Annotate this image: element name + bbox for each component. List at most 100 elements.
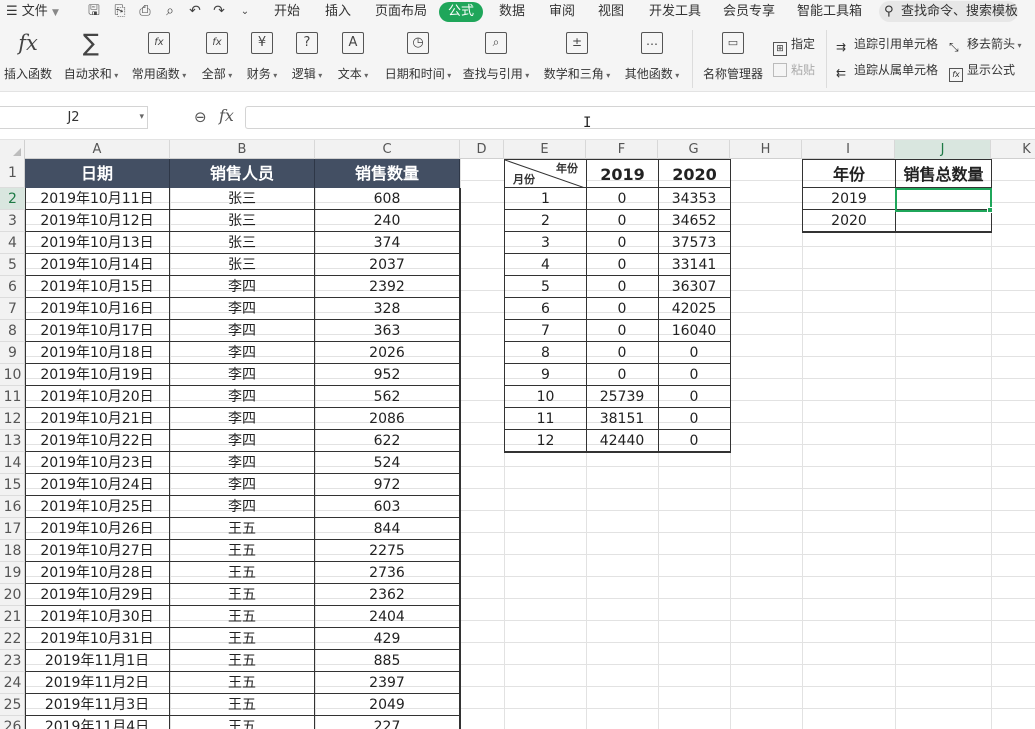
cell-area[interactable]: 日期 销售人员 销售数量 2019年10月11日 张三 608 2019年10月12日… xyxy=(25,159,1035,729)
redo-icon[interactable]: ↷ xyxy=(211,3,227,20)
tab-formulas[interactable]: 公式 xyxy=(439,2,483,22)
sales-date-cell[interactable]: 2019年10月19日 xyxy=(25,364,170,386)
tab-member[interactable]: 会员专享 xyxy=(723,0,775,24)
month-2020-cell[interactable]: 37573 xyxy=(658,232,731,254)
column-header-k[interactable]: K xyxy=(991,140,1035,159)
undo-icon[interactable]: ↶ xyxy=(187,3,203,20)
sales-date-cell[interactable]: 2019年10月18日 xyxy=(25,342,170,364)
sales-date-cell[interactable]: 2019年10月14日 xyxy=(25,254,170,276)
column-header-g[interactable]: G xyxy=(658,140,730,159)
sales-person-cell[interactable]: 王五 xyxy=(170,584,315,606)
insert-function-button[interactable]: fx 插入函数 xyxy=(2,32,54,88)
column-header-c[interactable]: C xyxy=(315,140,460,159)
row-header-12[interactable]: 12 xyxy=(0,408,25,430)
month-number-cell[interactable]: 5 xyxy=(504,276,587,298)
month-2020-cell[interactable]: 16040 xyxy=(658,320,731,342)
row-header-21[interactable]: 21 xyxy=(0,606,25,628)
month-2020-cell[interactable]: 42025 xyxy=(658,298,731,320)
month-2020-cell[interactable]: 0 xyxy=(658,386,731,408)
row-header-15[interactable]: 15 xyxy=(0,474,25,496)
row-header-6[interactable]: 6 xyxy=(0,276,25,298)
sales-person-cell[interactable]: 张三 xyxy=(170,188,315,210)
month-2019-cell[interactable]: 0 xyxy=(586,188,659,210)
month-2019-cell[interactable]: 25739 xyxy=(586,386,659,408)
logical-button[interactable]: ? 逻辑 ▾ xyxy=(287,32,327,88)
sales-quantity-cell[interactable]: 622 xyxy=(315,430,460,452)
month-number-cell[interactable]: 3 xyxy=(504,232,587,254)
all-functions-button[interactable]: fx 全部 ▾ xyxy=(197,32,237,88)
month-number-cell[interactable]: 9 xyxy=(504,364,587,386)
tab-review[interactable]: 审阅 xyxy=(549,0,575,24)
month-number-cell[interactable]: 2 xyxy=(504,210,587,232)
sales-quantity-cell[interactable]: 952 xyxy=(315,364,460,386)
sales-date-cell[interactable]: 2019年10月12日 xyxy=(25,210,170,232)
tab-view[interactable]: 视图 xyxy=(598,0,624,24)
sales-person-cell[interactable]: 李四 xyxy=(170,320,315,342)
sales-date-cell[interactable]: 2019年10月31日 xyxy=(25,628,170,650)
sales-person-cell[interactable]: 李四 xyxy=(170,408,315,430)
sales-quantity-cell[interactable]: 2275 xyxy=(315,540,460,562)
month-2019-cell[interactable]: 0 xyxy=(586,210,659,232)
month-number-cell[interactable]: 12 xyxy=(504,430,587,452)
sales-person-cell[interactable]: 王五 xyxy=(170,606,315,628)
other-functions-button[interactable]: … 其他函数 ▾ xyxy=(621,32,683,88)
sales-date-cell[interactable]: 2019年10月23日 xyxy=(25,452,170,474)
fill-handle[interactable] xyxy=(987,207,993,213)
tab-insert[interactable]: 插入 xyxy=(325,0,351,24)
summary-year-cell[interactable]: 2020 xyxy=(802,210,896,232)
summary-year-cell[interactable]: 2019 xyxy=(802,188,896,210)
sales-person-cell[interactable]: 张三 xyxy=(170,232,315,254)
row-header-22[interactable]: 22 xyxy=(0,628,25,650)
column-header-h[interactable]: H xyxy=(730,140,802,159)
column-header-f[interactable]: F xyxy=(586,140,658,159)
sales-date-cell[interactable]: 2019年11月3日 xyxy=(25,694,170,716)
sales-person-cell[interactable]: 王五 xyxy=(170,518,315,540)
row-header-24[interactable]: 24 xyxy=(0,672,25,694)
show-formulas-button[interactable]: fx 显示公式 xyxy=(949,61,1015,82)
row-header-19[interactable]: 19 xyxy=(0,562,25,584)
sales-date-cell[interactable]: 2019年10月21日 xyxy=(25,408,170,430)
sales-date-cell[interactable]: 2019年10月26日 xyxy=(25,518,170,540)
sales-person-cell[interactable]: 王五 xyxy=(170,716,315,729)
tab-page-layout[interactable]: 页面布局 xyxy=(375,0,427,24)
sales-person-cell[interactable]: 王五 xyxy=(170,694,315,716)
command-search-box[interactable]: ⚲ 查找命令、搜索模板 xyxy=(879,1,1018,22)
month-number-cell[interactable]: 10 xyxy=(504,386,587,408)
sales-date-cell[interactable]: 2019年10月28日 xyxy=(25,562,170,584)
row-header-10[interactable]: 10 xyxy=(0,364,25,386)
sales-quantity-cell[interactable]: 2392 xyxy=(315,276,460,298)
customize-icon[interactable]: ⌄ xyxy=(237,3,253,20)
sales-person-cell[interactable]: 张三 xyxy=(170,254,315,276)
sales-date-cell[interactable]: 2019年10月24日 xyxy=(25,474,170,496)
row-header-1[interactable]: 1 xyxy=(0,159,25,188)
month-2019-cell[interactable]: 0 xyxy=(586,276,659,298)
name-box[interactable]: J2 ▾ xyxy=(0,106,148,129)
sales-quantity-cell[interactable]: 972 xyxy=(315,474,460,496)
sales-person-cell[interactable]: 李四 xyxy=(170,342,315,364)
sales-quantity-cell[interactable]: 328 xyxy=(315,298,460,320)
sales-date-cell[interactable]: 2019年10月20日 xyxy=(25,386,170,408)
trace-dependents-button[interactable]: ⇇ 追踪从属单元格 xyxy=(836,61,938,80)
row-header-14[interactable]: 14 xyxy=(0,452,25,474)
sales-date-cell[interactable]: 2019年10月27日 xyxy=(25,540,170,562)
sales-person-cell[interactable]: 李四 xyxy=(170,276,315,298)
month-2020-cell[interactable]: 0 xyxy=(658,364,731,386)
month-number-cell[interactable]: 7 xyxy=(504,320,587,342)
autosum-button[interactable]: ∑ 自动求和 ▾ xyxy=(60,31,122,88)
sales-quantity-cell[interactable]: 240 xyxy=(315,210,460,232)
month-2020-cell[interactable]: 36307 xyxy=(658,276,731,298)
sales-date-cell[interactable]: 2019年10月30日 xyxy=(25,606,170,628)
row-header-26[interactable]: 26 xyxy=(0,716,25,729)
sales-quantity-cell[interactable]: 524 xyxy=(315,452,460,474)
month-2019-cell[interactable]: 42440 xyxy=(586,430,659,452)
month-2020-cell[interactable]: 34353 xyxy=(658,188,731,210)
fx-icon[interactable]: fx xyxy=(219,106,234,125)
sales-quantity-cell[interactable]: 363 xyxy=(315,320,460,342)
month-2019-cell[interactable]: 0 xyxy=(586,232,659,254)
file-menu[interactable]: ☰ 文件 ▼ xyxy=(6,0,59,24)
month-2019-cell[interactable]: 0 xyxy=(586,298,659,320)
sales-quantity-cell[interactable]: 429 xyxy=(315,628,460,650)
sales-person-cell[interactable]: 李四 xyxy=(170,386,315,408)
sales-quantity-cell[interactable]: 2037 xyxy=(315,254,460,276)
column-header-i[interactable]: I xyxy=(802,140,895,159)
